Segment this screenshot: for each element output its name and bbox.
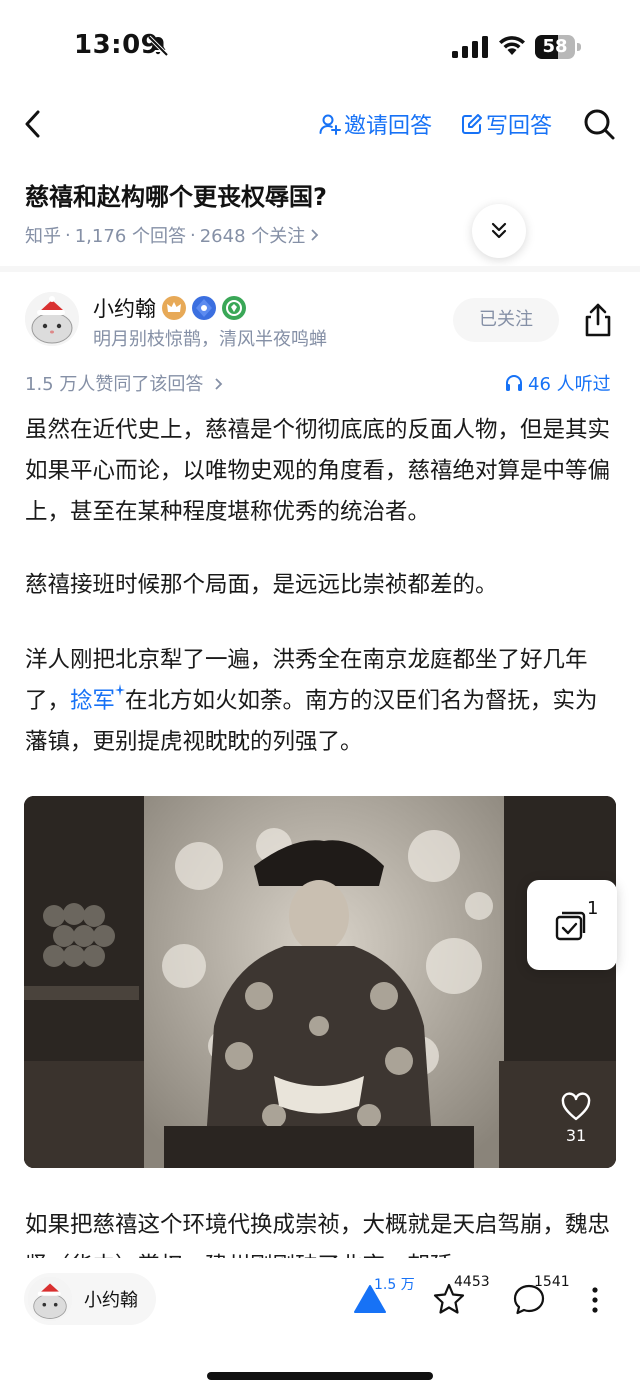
listen-count: 46 人听过: [528, 374, 611, 395]
chevron-right-icon: [311, 229, 319, 241]
search-icon[interactable]: [582, 107, 616, 141]
listen-button[interactable]: 46 人听过: [504, 370, 611, 396]
sparkle-icon: [115, 684, 126, 696]
answer-paragraph-1: 虽然在近代史上，慈禧是个彻彻底底的反面人物，但是其实如果平心而论，以唯物史观的角…: [25, 417, 611, 525]
write-answer-label: 写回答: [486, 114, 553, 139]
answer-paragraph-2: 慈禧接班时候那个局面，是远远比崇祯都差的。: [25, 572, 498, 598]
hamster-avatar-icon: [25, 292, 79, 346]
headphones-icon: [506, 375, 522, 391]
meta-separator: ·: [65, 224, 71, 246]
comment-count: 1541: [534, 1274, 570, 1290]
upvote-button[interactable]: 1.5 万: [352, 1277, 415, 1320]
upvote-count: 1.5 万: [374, 1277, 415, 1293]
bottom-action-bar: 小约翰 1.5 万 4453 1541: [0, 1258, 640, 1390]
invite-answer-label: 邀请回答: [344, 114, 433, 139]
chevron-right-icon: [215, 378, 223, 390]
person-add-icon: [319, 114, 341, 135]
edit-icon: [462, 114, 482, 134]
comment-button[interactable]: 1541: [512, 1274, 570, 1320]
wifi-icon: [499, 36, 525, 55]
author-name: 小约翰: [93, 297, 156, 321]
heart-icon: [561, 1092, 591, 1121]
author-pill-name: 小约翰: [84, 1290, 138, 1311]
meta-separator: ·: [190, 224, 196, 246]
bell-muted-icon: [147, 35, 169, 57]
votes-summary-text: 1.5 万人赞同了该回答: [25, 374, 204, 395]
signal-icon: [452, 36, 488, 58]
question-title[interactable]: 慈禧和赵构哪个更丧权辱国?: [25, 177, 327, 212]
source-label: 知乎: [25, 226, 61, 247]
share-icon[interactable]: [582, 302, 614, 338]
back-arrow-icon[interactable]: [20, 107, 46, 141]
verified-badge-icon: [192, 296, 216, 320]
topic-link[interactable]: 捻军: [70, 688, 115, 714]
author-pill[interactable]: 小约翰: [24, 1273, 156, 1325]
invite-answer-button[interactable]: 邀请回答: [318, 109, 432, 139]
portrait-photo: [24, 796, 616, 1168]
follower-count: 2648 个关注: [199, 226, 306, 247]
collect-count: 1: [587, 898, 599, 919]
double-chevron-down-icon: [491, 222, 507, 239]
follow-button[interactable]: 已关注: [453, 298, 559, 342]
votes-summary[interactable]: 1.5 万人赞同了该回答: [25, 370, 225, 396]
home-indicator[interactable]: [207, 1372, 433, 1380]
image-like-button[interactable]: 31: [556, 1092, 596, 1145]
author-bio: 明月别枝惊鹊，清风半夜鸣蝉: [93, 329, 327, 350]
creator-badge-icon: [222, 296, 246, 320]
battery-level: 58: [542, 36, 568, 57]
answer-paragraph-4: 如果把慈禧这个环境代换成崇祯，大概就是天启驾崩，魏忠贤（华中）掌权，建州刚刚破了…: [25, 1212, 611, 1259]
avatar: [28, 1277, 72, 1321]
favorite-button[interactable]: 4453: [432, 1274, 490, 1320]
write-answer-button[interactable]: 写回答: [460, 109, 552, 139]
section-divider: [0, 266, 640, 272]
favorite-count: 4453: [454, 1274, 490, 1290]
battery-icon: 58: [535, 35, 581, 59]
collect-card[interactable]: 1: [527, 880, 617, 970]
status-bar: 13:09 58: [0, 0, 640, 90]
answer-photo[interactable]: [24, 796, 616, 1168]
question-meta[interactable]: 知乎 · 1,176 个回答 · 2648 个关注: [25, 222, 321, 248]
image-like-count: 31: [565, 1126, 587, 1145]
answer-paragraph-3: 洋人刚把北京犁了一遍，洪秀全在南京龙庭都坐了好几年了，捻军 在北方如火如荼。南方的…: [25, 640, 617, 763]
hamster-avatar-icon: [28, 1277, 72, 1321]
avatar[interactable]: [25, 292, 79, 346]
author-name-row[interactable]: 小约翰: [93, 293, 246, 323]
crown-badge-icon: [162, 296, 186, 320]
top-nav: 邀请回答 写回答: [0, 95, 640, 155]
more-options-icon[interactable]: [590, 1285, 600, 1315]
answer-count: 1,176 个回答: [74, 226, 186, 247]
collapse-button[interactable]: [472, 204, 526, 258]
checklist-icon: [555, 911, 586, 941]
